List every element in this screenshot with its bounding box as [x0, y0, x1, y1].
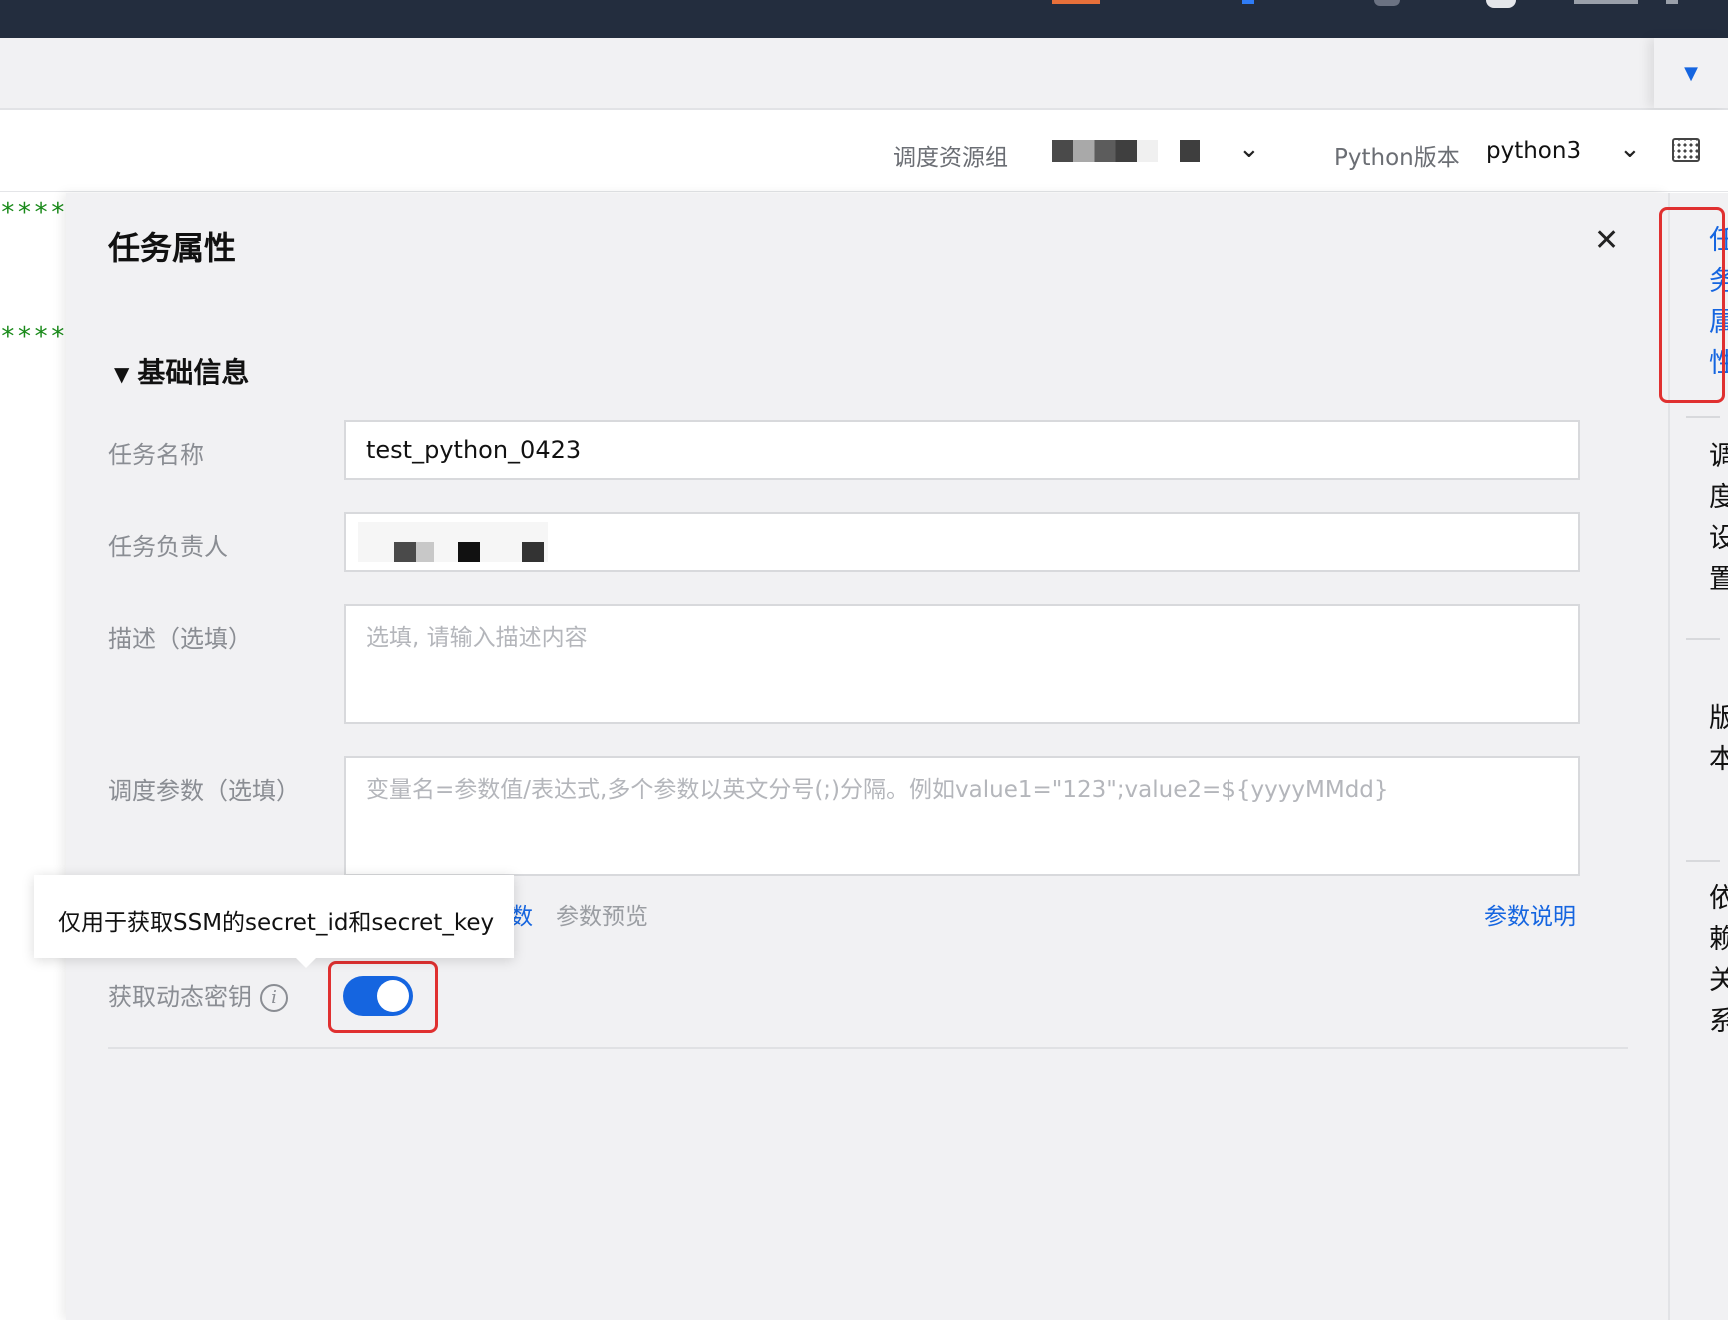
resource-group-label: 调度资源组	[893, 145, 1008, 171]
params-label: 调度参数（选填）	[108, 777, 300, 805]
dynamic-key-label: 获取动态密钥 i	[108, 977, 288, 1012]
param-preview-link[interactable]: 参数预览	[556, 897, 648, 931]
caret-down-icon: ▼	[1684, 62, 1698, 84]
redaction-block	[394, 542, 416, 562]
info-icon[interactable]: i	[260, 984, 288, 1012]
toggle-knob	[377, 980, 409, 1012]
chevron-down-icon[interactable]: ⌄	[1238, 134, 1260, 164]
sidebar-highlight-box	[1659, 207, 1725, 403]
dynamic-key-label-text: 获取动态密钥	[108, 983, 252, 1011]
code-line: ****	[0, 198, 67, 228]
task-name-label: 任务名称	[108, 441, 204, 469]
python-version-select[interactable]: python3	[1486, 138, 1581, 164]
redaction-block	[458, 542, 480, 562]
panel-title: 任务属性	[108, 229, 237, 267]
task-name-input[interactable]: test_python_0423	[344, 420, 1580, 480]
owner-label: 任务负责人	[108, 533, 228, 561]
dynamic-key-toggle[interactable]	[343, 976, 413, 1016]
param-help-link[interactable]: 参数说明	[1484, 897, 1576, 931]
redaction-block	[522, 542, 544, 562]
chevron-down-icon[interactable]: ⌄	[1619, 134, 1641, 164]
sidebar-divider	[1686, 860, 1720, 862]
task-name-value: test_python_0423	[366, 436, 582, 464]
task-properties-panel: 任务属性 ✕ ▼ 基础信息 任务名称 test_python_0423 任务负责人…	[66, 193, 1668, 1320]
owner-input[interactable]	[344, 512, 1580, 572]
sidebar-divider	[1686, 638, 1720, 640]
section-title: 基础信息	[137, 356, 250, 389]
sidebar-item-version[interactable]: 版本	[1680, 703, 1728, 785]
params-placeholder: 变量名=参数值/表达式,多个参数以英文分号(;)分隔。例如value1="123…	[366, 777, 1389, 803]
tooltip-arrow	[296, 958, 316, 968]
sidebar-divider	[1686, 416, 1720, 418]
bell-icon[interactable]	[1374, 0, 1400, 6]
avatar[interactable]	[1486, 0, 1516, 8]
resource-group-value-redacted[interactable]	[1052, 140, 1158, 162]
nav-item-fragment[interactable]	[1242, 0, 1254, 4]
code-editor[interactable]	[0, 193, 66, 1320]
tab-dropdown-button[interactable]: ▼	[1654, 38, 1728, 108]
params-textarea[interactable]: 变量名=参数值/表达式,多个参数以英文分号(;)分隔。例如value1="123…	[344, 756, 1580, 876]
resource-group-value-redacted[interactable]	[1180, 140, 1200, 162]
owner-value-redacted	[358, 522, 548, 562]
nav-item-fragment[interactable]	[1052, 0, 1100, 4]
tab-bar: ▼	[0, 38, 1728, 110]
python-version-label: Python版本	[1334, 145, 1460, 171]
section-divider	[108, 1047, 1628, 1049]
code-line: ****	[0, 322, 67, 352]
top-navigation-bar	[0, 0, 1728, 38]
sidebar-item-schedule-settings[interactable]: 调度设置	[1680, 441, 1728, 605]
description-label: 描述（选填）	[108, 625, 252, 653]
sidebar-item-dependencies[interactable]: 依赖关系	[1680, 883, 1728, 1047]
redaction-block	[416, 542, 434, 562]
nav-item-fragment[interactable]	[1666, 0, 1678, 4]
tooltip-text: 仅用于获取SSM的secret_id和secret_key	[58, 910, 495, 936]
section-header-basic-info[interactable]: ▼ 基础信息	[114, 351, 249, 391]
description-textarea[interactable]: 选填, 请输入描述内容	[344, 604, 1580, 724]
keyboard-icon[interactable]	[1672, 138, 1700, 162]
nav-item-fragment[interactable]	[1574, 0, 1638, 4]
close-icon[interactable]: ✕	[1594, 223, 1619, 258]
description-placeholder: 选填, 请输入描述内容	[366, 625, 588, 651]
tooltip: 仅用于获取SSM的secret_id和secret_key	[34, 875, 514, 968]
triangle-down-icon: ▼	[114, 362, 130, 386]
editor-toolbar: 调度资源组 ⌄ Python版本 python3 ⌄	[0, 110, 1728, 192]
